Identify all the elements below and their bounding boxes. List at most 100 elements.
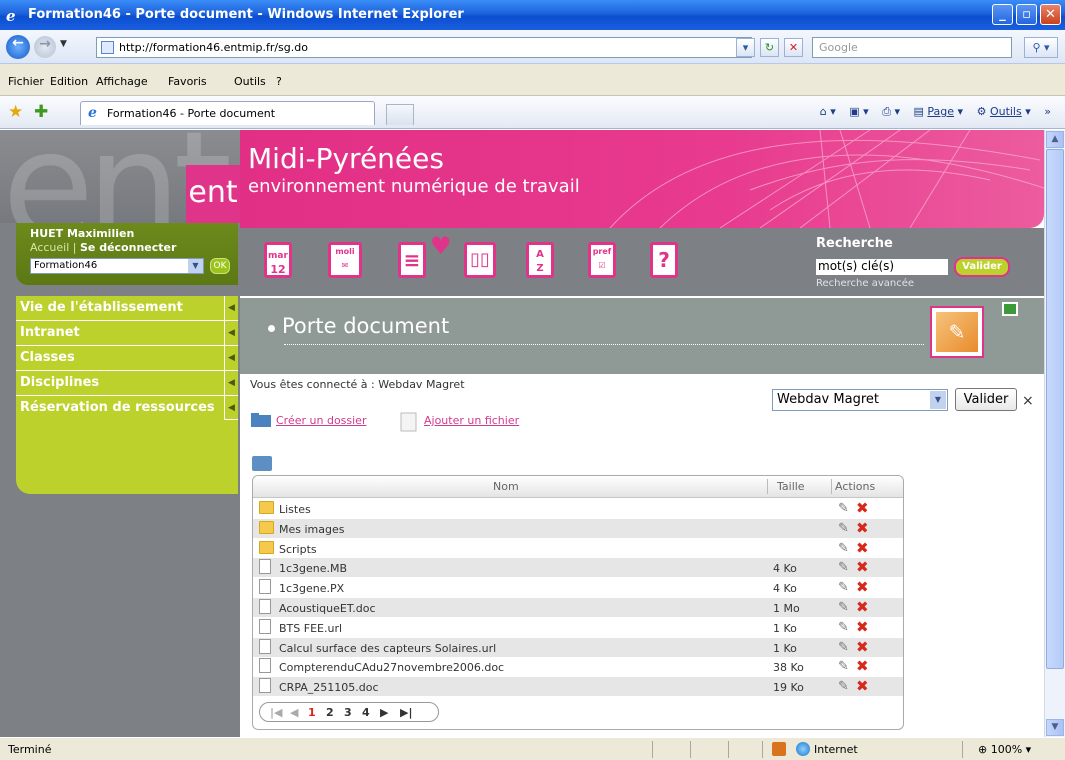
document-icon[interactable]: ▯▯	[464, 242, 496, 278]
url-dropdown-button[interactable]: ▾	[736, 38, 755, 57]
home-link[interactable]: Accueil	[30, 241, 69, 254]
rename-icon[interactable]: ✎	[838, 659, 849, 674]
menu-edition[interactable]: Edition	[50, 75, 88, 88]
new-tab-button[interactable]	[386, 104, 414, 125]
scroll-up-icon[interactable]: ▲	[1046, 131, 1064, 148]
table-row[interactable]: 1c3gene.PX 4 Ko ✎ ✖	[253, 578, 903, 597]
minimize-button[interactable]: _	[992, 4, 1013, 25]
page-1[interactable]: 1	[308, 706, 316, 719]
vertical-scrollbar[interactable]: ▲ ▼	[1044, 130, 1065, 737]
heart-icon[interactable]: ♥	[430, 232, 452, 260]
delete-icon[interactable]: ✖	[856, 657, 869, 675]
file-name[interactable]: Calcul surface des capteurs Solaires.url	[279, 642, 496, 655]
menu-help[interactable]: ?	[276, 75, 282, 88]
keyword-search-input[interactable]: mot(s) clé(s)	[816, 259, 948, 275]
logout-link[interactable]: Se déconnecter	[80, 241, 176, 254]
prev-page-icon[interactable]: ◀	[290, 706, 298, 719]
delete-icon[interactable]: ✖	[856, 598, 869, 616]
feeds-icon[interactable]: ▣ ▾	[849, 105, 868, 118]
popup-window-icon[interactable]	[1002, 302, 1018, 316]
table-row[interactable]: CompterenduCAdu27novembre2006.doc 38 Ko ✎ ✖	[253, 657, 903, 676]
nav-vie-etablissement[interactable]: Vie de l'établissement ◀	[16, 296, 238, 321]
rename-icon[interactable]: ✎	[838, 580, 849, 595]
file-name[interactable]: AcoustiqueET.doc	[279, 602, 376, 615]
delete-icon[interactable]: ✖	[856, 677, 869, 695]
upload-file-link[interactable]: Ajouter un fichier	[400, 412, 519, 432]
url-input[interactable]: http://formation46.entmip.fr/sg.do	[96, 37, 752, 58]
delete-icon[interactable]: ✖	[856, 638, 869, 656]
last-page-icon[interactable]: ▶|	[400, 706, 412, 719]
preferences-icon[interactable]: pref ☑	[588, 242, 616, 278]
source-select[interactable]: Webdav Magret ▼	[772, 389, 948, 411]
first-page-icon[interactable]: |◀	[270, 706, 282, 719]
file-name[interactable]: Mes images	[279, 523, 344, 536]
delete-icon[interactable]: ✖	[856, 578, 869, 596]
table-row[interactable]: BTS FEE.url 1 Ko ✎ ✖	[253, 618, 903, 637]
search-submit-button[interactable]: Valider	[954, 257, 1010, 277]
rename-icon[interactable]: ✎	[838, 541, 849, 556]
back-button[interactable]: ←	[6, 35, 30, 59]
column-size[interactable]: Taille	[777, 480, 805, 493]
rename-icon[interactable]: ✎	[838, 679, 849, 694]
ent-logo[interactable]: ent	[186, 165, 240, 223]
rename-icon[interactable]: ✎	[838, 600, 849, 615]
file-name[interactable]: CRPA_251105.doc	[279, 681, 379, 694]
search-engine-input[interactable]: Google	[812, 37, 1012, 58]
advanced-search-link[interactable]: Recherche avancée	[816, 278, 914, 289]
nav-reservation[interactable]: Réservation de ressources	[16, 396, 216, 444]
nav-classes[interactable]: Classes ◀	[16, 346, 238, 371]
menu-outils[interactable]: Outils	[234, 75, 266, 88]
table-row[interactable]: 1c3gene.MB 4 Ko ✎ ✖	[253, 558, 903, 578]
home-icon[interactable]: ⌂ ▾	[820, 105, 836, 118]
agenda-icon[interactable]: mar 12	[264, 242, 292, 278]
rename-icon[interactable]: ✎	[838, 640, 849, 655]
table-row[interactable]: Scripts ✎ ✖	[253, 539, 903, 558]
file-name[interactable]: BTS FEE.url	[279, 622, 342, 635]
scroll-down-icon[interactable]: ▼	[1046, 719, 1064, 736]
print-icon[interactable]: ⎙ ▾	[882, 105, 900, 118]
close-window-button[interactable]: ✕	[1040, 4, 1061, 25]
forward-button[interactable]: →	[34, 36, 56, 58]
file-name[interactable]: 1c3gene.MB	[279, 562, 347, 575]
site-select[interactable]: Formation46 ▼	[30, 258, 204, 274]
column-name[interactable]: Nom	[493, 480, 519, 493]
rename-icon[interactable]: ✎	[838, 501, 849, 516]
table-row[interactable]: CRPA_251105.doc 19 Ko ✎ ✖	[253, 677, 903, 697]
delete-icon[interactable]: ✖	[856, 519, 869, 537]
delete-icon[interactable]: ✖	[856, 618, 869, 636]
favorites-star-icon[interactable]: ★	[8, 102, 23, 122]
directory-icon[interactable]: AZ	[526, 242, 554, 278]
notes-icon[interactable]: ≡	[398, 242, 426, 278]
chevron-more-icon[interactable]: »	[1044, 105, 1051, 118]
page-2[interactable]: 2	[326, 706, 334, 719]
table-row[interactable]: AcoustiqueET.doc 1 Mo ✎ ✖	[253, 598, 903, 617]
table-row[interactable]: Listes ✎ ✖	[253, 499, 903, 518]
page-4[interactable]: 4	[362, 706, 370, 719]
delete-icon[interactable]: ✖	[856, 558, 869, 576]
file-name[interactable]: Listes	[279, 503, 311, 516]
expand-arrow-icon[interactable]: ◀	[224, 396, 238, 420]
site-ok-button[interactable]: OK	[210, 258, 230, 274]
menu-fichier[interactable]: Fichier	[8, 75, 44, 88]
close-icon[interactable]: ×	[1022, 393, 1034, 409]
add-favorite-icon[interactable]: ✚	[34, 102, 48, 122]
page-menu[interactable]: ▤ Page ▾	[914, 105, 964, 118]
refresh-button[interactable]: ↻	[760, 38, 779, 57]
help-icon[interactable]: ?	[650, 242, 678, 278]
tools-menu[interactable]: ⚙ Outils ▾	[977, 105, 1031, 118]
rename-icon[interactable]: ✎	[838, 620, 849, 635]
maximize-button[interactable]: ▫	[1016, 4, 1037, 25]
nav-intranet[interactable]: Intranet ◀	[16, 321, 238, 346]
window-title-bar[interactable]: e Formation46 - Porte document - Windows…	[0, 0, 1065, 30]
menu-favoris[interactable]: Favoris	[168, 75, 207, 88]
security-icon[interactable]	[772, 742, 786, 756]
mail-icon[interactable]: moli ✉	[328, 242, 362, 278]
source-valider-button[interactable]: Valider	[955, 388, 1017, 411]
security-zone[interactable]: Internet	[796, 742, 858, 756]
delete-icon[interactable]: ✖	[856, 539, 869, 557]
scroll-thumb[interactable]	[1046, 149, 1064, 669]
parent-folder-icon[interactable]	[252, 456, 272, 471]
file-name[interactable]: 1c3gene.PX	[279, 582, 344, 595]
history-dropdown-icon[interactable]: ▼	[60, 39, 67, 49]
create-folder-link[interactable]: Créer un dossier	[250, 413, 366, 427]
